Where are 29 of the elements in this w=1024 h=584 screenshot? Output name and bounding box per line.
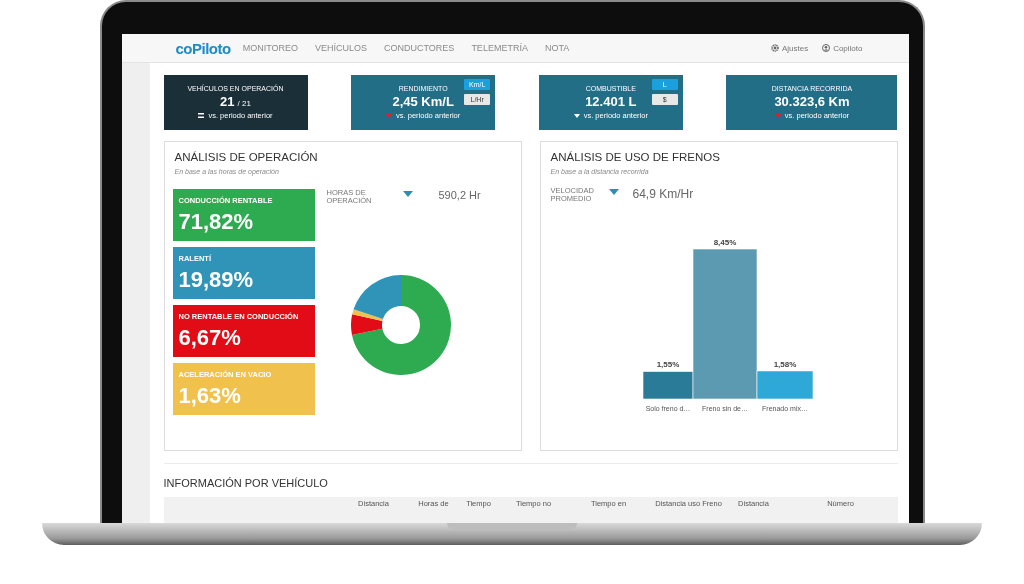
metric-value: 590,2 Hr	[438, 189, 481, 201]
tile-value: 1,63%	[178, 382, 242, 409]
kpi-value: 30.323,6 Km	[774, 94, 850, 109]
tile-value: 6,67%	[178, 324, 242, 351]
user-link[interactable]: Copiloto	[822, 43, 863, 53]
settings-icon	[770, 44, 779, 52]
nav-link[interactable]: MONITOREO	[242, 43, 298, 53]
section-title: INFORMACIÓN POR VEHÍCULO	[163, 477, 328, 489]
nav-link[interactable]: NOTA	[544, 43, 570, 53]
dropdown-triangle-icon	[608, 189, 619, 195]
settings-link[interactable]: Ajustes	[770, 43, 809, 53]
panel-title: ANÁLISIS DE USO DE FRENOS	[550, 151, 721, 163]
kpi-value: 2,45 Km/L	[392, 94, 454, 109]
bar-value-label: 1,55%	[656, 360, 679, 370]
tile-value: 19,89%	[178, 266, 255, 293]
bar-value-label: 1,58%	[773, 359, 796, 369]
bar-value-label: 8,45%	[713, 238, 736, 247]
nav-link[interactable]: VEHÍCULOS	[315, 43, 368, 53]
logo: coPiloto	[175, 39, 231, 57]
kpi-value: 21	[220, 94, 235, 109]
user-icon	[822, 44, 831, 52]
nav-link[interactable]: CONDUCTORES	[384, 43, 455, 53]
panel-title: ANÁLISIS DE OPERACIÓN	[174, 151, 319, 163]
dropdown-triangle-icon	[402, 191, 413, 197]
nav-link[interactable]: TELEMETRÍA	[471, 43, 528, 53]
tile-value: 71,82%	[178, 208, 255, 235]
metric-value: 64,9 Km/Hr	[632, 187, 694, 201]
kpi-value: 12.401 L	[585, 94, 637, 109]
kpi-total: / 21	[237, 99, 251, 108]
